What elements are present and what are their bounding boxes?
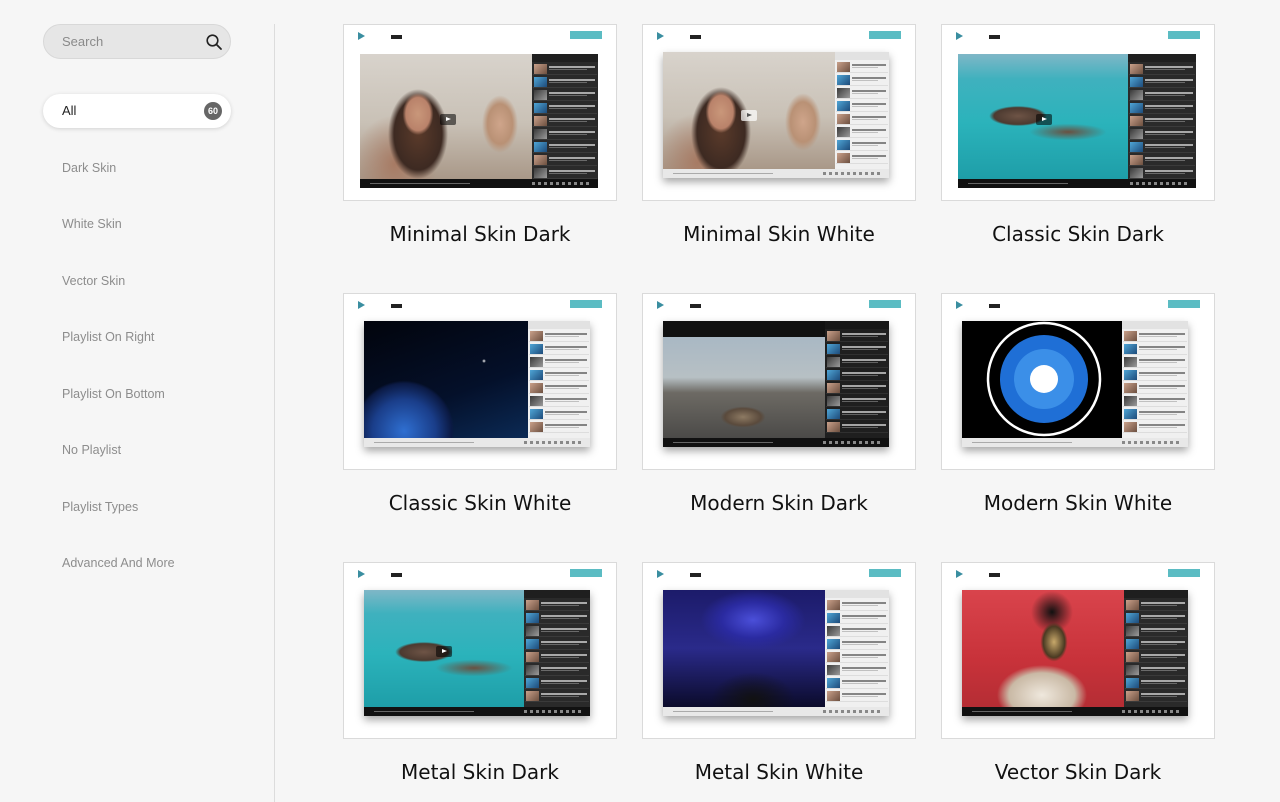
card-title[interactable]: Vector Skin Dark: [941, 760, 1215, 784]
preview-nav: [358, 300, 602, 312]
preview-nav: [358, 31, 602, 43]
search-icon[interactable]: [205, 33, 223, 51]
skin-card-classic-white[interactable]: [343, 293, 617, 470]
preview-nav: [956, 31, 1200, 43]
skin-card-minimal-dark[interactable]: [343, 24, 617, 201]
player-preview: [958, 54, 1196, 188]
card-title[interactable]: Classic Skin White: [343, 491, 617, 515]
player-preview: [364, 590, 590, 716]
category-advanced-and-more[interactable]: Advanced And More: [43, 546, 231, 580]
category-playlist-on-bottom[interactable]: Playlist On Bottom: [43, 377, 231, 411]
category-dark-skin[interactable]: Dark Skin: [43, 151, 231, 185]
preview-nav: [956, 569, 1200, 581]
category-no-playlist[interactable]: No Playlist: [43, 433, 231, 467]
category-label: Advanced And More: [62, 556, 175, 570]
category-white-skin[interactable]: White Skin: [43, 207, 231, 241]
count-badge: 60: [204, 102, 222, 120]
player-preview: [663, 590, 889, 716]
category-label: All: [62, 103, 77, 118]
preview-nav: [657, 300, 901, 312]
sidebar-divider: [274, 24, 275, 802]
category-all[interactable]: All 60: [43, 94, 231, 128]
preview-nav: [657, 569, 901, 581]
category-label: White Skin: [62, 217, 122, 231]
skin-card-vector-dark[interactable]: [941, 562, 1215, 739]
card-title[interactable]: Minimal Skin Dark: [343, 222, 617, 246]
preview-nav: [657, 31, 901, 43]
card-title[interactable]: Metal Skin White: [642, 760, 916, 784]
player-preview: [364, 321, 590, 447]
search-box[interactable]: [43, 24, 231, 59]
category-vector-skin[interactable]: Vector Skin: [43, 264, 231, 298]
preview-nav: [956, 300, 1200, 312]
category-label: Dark Skin: [62, 161, 117, 175]
skin-card-metal-white[interactable]: [642, 562, 916, 739]
category-label: Playlist On Bottom: [62, 387, 165, 401]
player-preview: [663, 52, 889, 178]
skin-card-classic-dark[interactable]: [941, 24, 1215, 201]
skin-card-metal-dark[interactable]: [343, 562, 617, 739]
player-preview: [360, 54, 598, 188]
category-playlist-on-right[interactable]: Playlist On Right: [43, 320, 231, 354]
card-title[interactable]: Metal Skin Dark: [343, 760, 617, 784]
card-title[interactable]: Modern Skin Dark: [642, 491, 916, 515]
sidebar: All 60 Dark Skin White Skin Vector Skin …: [0, 0, 274, 802]
player-preview: [962, 590, 1188, 716]
skin-card-modern-dark[interactable]: [642, 293, 916, 470]
category-label: No Playlist: [62, 443, 122, 457]
category-label: Playlist Types: [62, 500, 139, 514]
card-title[interactable]: Modern Skin White: [941, 491, 1215, 515]
search-input[interactable]: [62, 25, 202, 58]
audio-visualizer-graphic: [986, 321, 1102, 437]
category-label: Vector Skin: [62, 274, 126, 288]
skin-card-modern-white[interactable]: [941, 293, 1215, 470]
card-title[interactable]: Minimal Skin White: [642, 222, 916, 246]
skin-card-minimal-white[interactable]: [642, 24, 916, 201]
preview-nav: [358, 569, 602, 581]
player-preview: [962, 321, 1188, 447]
card-title[interactable]: Classic Skin Dark: [941, 222, 1215, 246]
player-preview: [663, 321, 889, 447]
category-playlist-types[interactable]: Playlist Types: [43, 490, 231, 524]
category-label: Playlist On Right: [62, 330, 155, 344]
